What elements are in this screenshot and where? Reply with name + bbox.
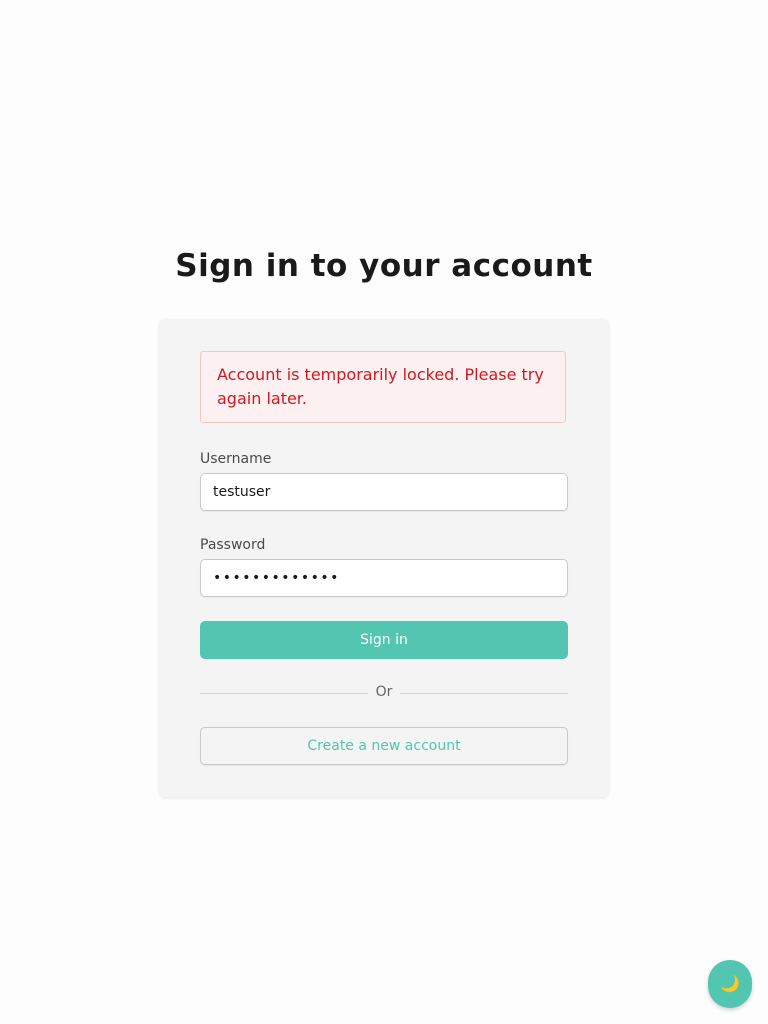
password-label: Password: [200, 537, 266, 553]
username-label: Username: [200, 451, 272, 467]
error-alert: Account is temporarily locked. Please tr…: [200, 351, 566, 423]
or-divider: Or: [200, 683, 568, 703]
error-message: Account is temporarily locked. Please tr…: [217, 365, 544, 408]
page-title: Sign in to your account: [175, 248, 593, 284]
divider-line-right: [400, 693, 568, 694]
divider-text: Or: [375, 684, 393, 700]
password-input[interactable]: [200, 559, 568, 597]
login-card: Account is temporarily locked. Please tr…: [159, 319, 609, 797]
moon-icon: 🌙: [720, 976, 740, 993]
sign-in-button[interactable]: Sign in: [200, 621, 568, 659]
create-account-button[interactable]: Create a new account: [200, 727, 568, 765]
username-input[interactable]: [200, 473, 568, 511]
theme-toggle-button[interactable]: 🌙: [708, 960, 752, 1008]
